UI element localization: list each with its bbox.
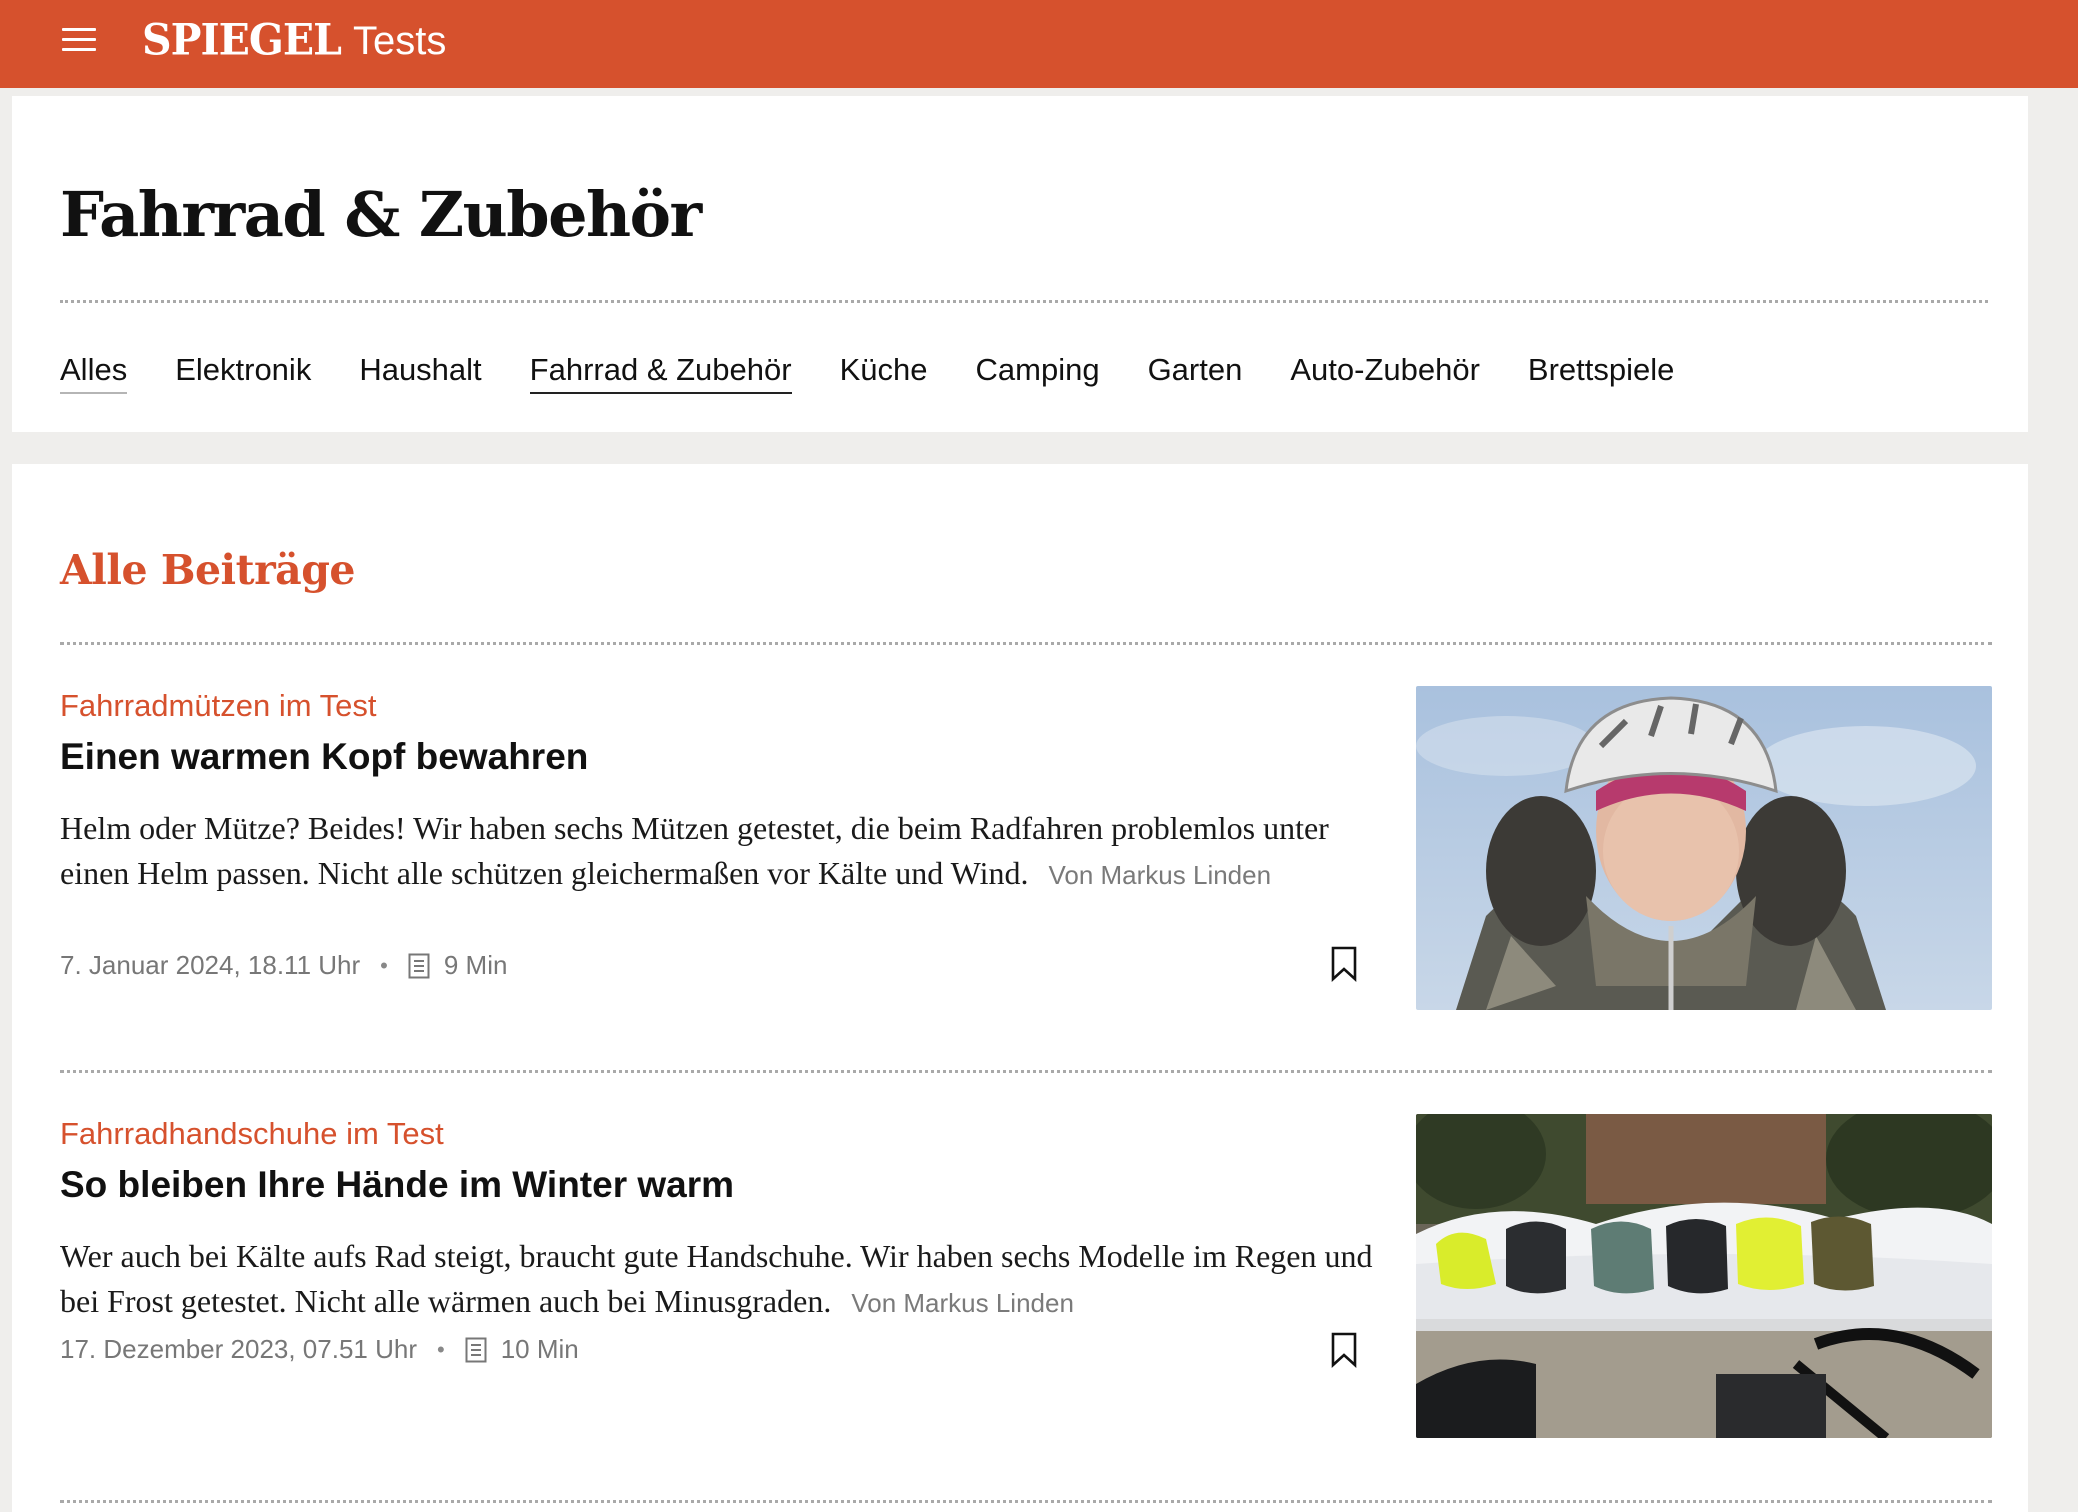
article-feed-card: Alle Beiträge Fahrradmützen im Test Eine… — [12, 464, 2028, 1512]
nav-item-haushalt[interactable]: Haushalt — [359, 352, 481, 394]
article-kicker[interactable]: Fahrradhandschuhe im Test — [60, 1116, 444, 1152]
nav-item-fahrrad-zubehoer[interactable]: Fahrrad & Zubehör — [529, 352, 792, 394]
separator-dot: • — [437, 1336, 445, 1362]
article-image — [1416, 1114, 1992, 1438]
reading-time-icon — [408, 953, 430, 978]
nav-item-brettspiele[interactable]: Brettspiele — [1528, 352, 1674, 394]
nav-item-elektronik[interactable]: Elektronik — [175, 352, 311, 394]
article-author: Von Markus Linden — [851, 1288, 1074, 1318]
menu-line — [62, 48, 96, 51]
article-headline[interactable]: So bleiben Ihre Hände im Winter warm — [60, 1164, 734, 1206]
separator-dot: • — [380, 952, 388, 978]
site-logo[interactable]: SPIEGEL Tests — [142, 15, 447, 72]
site-header: SPIEGEL Tests — [0, 0, 2078, 88]
article-meta: 17. Dezember 2023, 07.51 Uhr • 10 Min — [60, 1334, 579, 1365]
article-image — [1416, 686, 1992, 1010]
menu-line — [62, 38, 96, 41]
article-date: 7. Januar 2024, 18.11 Uhr — [60, 950, 361, 980]
bookmark-icon[interactable] — [1330, 1332, 1358, 1368]
nav-item-auto-zubehoer[interactable]: Auto-Zubehör — [1290, 352, 1480, 394]
article-headline[interactable]: Einen warmen Kopf bewahren — [60, 736, 588, 778]
category-header-card: Fahrrad & Zubehör Alles Elektronik Haush… — [12, 96, 2028, 432]
article-teaser[interactable]: Fahrradhandschuhe im Test So bleiben Ihr… — [60, 1114, 1992, 1444]
nav-item-garten[interactable]: Garten — [1148, 352, 1243, 394]
article-teaser[interactable]: Fahrradmützen im Test Einen warmen Kopf … — [60, 686, 1992, 1016]
divider — [60, 1500, 1992, 1503]
divider — [60, 1070, 1992, 1073]
reading-time-icon — [465, 1337, 487, 1362]
article-date: 17. Dezember 2023, 07.51 Uhr — [60, 1334, 417, 1364]
section-title: Alle Beiträge — [60, 546, 356, 594]
menu-line — [62, 28, 96, 31]
logo-wordmark: SPIEGEL — [142, 15, 342, 65]
hamburger-menu-icon[interactable] — [62, 28, 96, 52]
article-author: Von Markus Linden — [1048, 860, 1272, 890]
article-teaser-text: Helm oder Mütze? Beides! Wir haben sechs… — [60, 806, 1380, 898]
teaser-body: Wer auch bei Kälte aufs Rad steigt, brau… — [60, 1238, 1373, 1319]
article-read-time: 10 Min — [500, 1334, 579, 1364]
divider — [60, 300, 1988, 303]
bookmark-icon[interactable] — [1330, 946, 1358, 982]
article-read-time: 9 Min — [443, 950, 508, 980]
article-kicker[interactable]: Fahrradmützen im Test — [60, 688, 376, 724]
cyclist-winter-helmet-photo[interactable] — [1416, 686, 1992, 1010]
article-meta: 7. Januar 2024, 18.11 Uhr • 9 Min — [60, 950, 507, 981]
divider — [60, 642, 1992, 645]
nav-item-camping[interactable]: Camping — [976, 352, 1100, 394]
nav-item-kueche[interactable]: Küche — [840, 352, 928, 394]
winter-gloves-snow-photo[interactable] — [1416, 1114, 1992, 1438]
nav-item-alles[interactable]: Alles — [60, 352, 128, 394]
logo-section-name: Tests — [352, 19, 447, 63]
category-nav: Alles Elektronik Haushalt Fahrrad & Zube… — [60, 352, 1722, 394]
page-title: Fahrrad & Zubehör — [60, 178, 702, 251]
article-teaser-text: Wer auch bei Kälte aufs Rad steigt, brau… — [60, 1234, 1380, 1326]
